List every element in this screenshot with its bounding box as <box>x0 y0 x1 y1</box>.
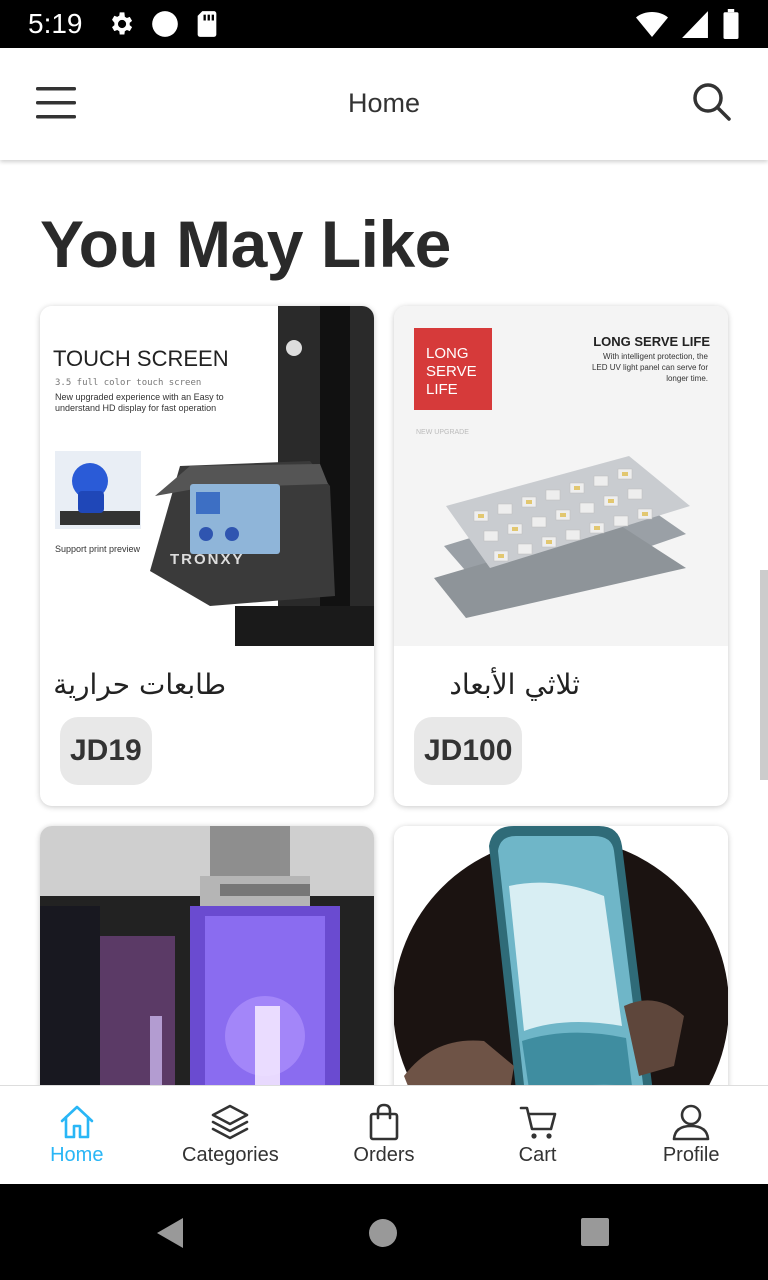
product-name: طابعات حرارية <box>53 668 226 701</box>
product-image <box>40 826 374 1085</box>
product-image <box>394 826 728 1085</box>
product-name: ثلاثي الأبعاد <box>449 668 580 701</box>
nav-label-cart: Cart <box>518 1144 557 1166</box>
image-desc-1: With intelligent protection, the <box>603 352 708 361</box>
image-headline: TOUCH SCREEN <box>53 346 229 371</box>
system-navigation-bar <box>0 1184 768 1280</box>
bottom-navigation: Home Categories Orders Cart Profile <box>0 1085 768 1184</box>
app-screen: 5:19 Home You May Like TOUCH SCREEN 3.5 … <box>0 0 768 1280</box>
search-icon <box>693 83 731 121</box>
product-card[interactable]: LONG SERVE LIFE NEW UPGRADE LONG SERVE L… <box>394 306 728 806</box>
app-bar: Home <box>0 48 768 160</box>
nav-item-categories[interactable]: Categories <box>154 1086 308 1184</box>
search-button[interactable] <box>692 82 732 122</box>
image-desc-2: LED UV light panel can serve for <box>592 363 708 372</box>
image-badge-line3: LIFE <box>426 381 458 398</box>
image-desc-1: New upgraded experience with an Easy to <box>55 392 224 402</box>
nav-label-home: Home <box>50 1144 104 1166</box>
product-image: TOUCH SCREEN 3.5 full color touch screen… <box>40 306 374 646</box>
status-time: 5:19 <box>28 8 83 39</box>
scrollbar-thumb[interactable] <box>760 570 768 780</box>
layers-icon <box>212 1104 249 1140</box>
recents-square-icon[interactable] <box>580 1217 610 1247</box>
product-image: LONG SERVE LIFE NEW UPGRADE LONG SERVE L… <box>394 306 728 646</box>
image-badge-line1: LONG <box>426 345 469 362</box>
price-badge: JD19 <box>60 717 152 785</box>
image-caption: Support print preview <box>55 544 141 554</box>
back-icon[interactable] <box>155 1216 185 1250</box>
product-card[interactable]: TOUCH SCREEN 3.5 full color touch screen… <box>40 306 374 806</box>
settings-gear-icon <box>111 12 132 35</box>
shopping-bag-icon <box>369 1103 399 1141</box>
person-icon <box>672 1104 710 1141</box>
wifi-icon <box>636 12 668 37</box>
nav-item-profile[interactable]: Profile <box>614 1086 768 1184</box>
nav-item-orders[interactable]: Orders <box>307 1086 461 1184</box>
home-content[interactable]: You May Like TOUCH SCREEN 3.5 full color… <box>0 160 768 1085</box>
circle-indicator-icon <box>151 11 178 37</box>
image-subline: 3.5 full color touch screen <box>55 378 201 388</box>
image-brand: TRONXY <box>170 551 245 568</box>
nav-label-categories: Categories <box>182 1144 279 1166</box>
battery-icon <box>723 9 739 39</box>
nav-label-orders: Orders <box>353 1144 415 1166</box>
image-desc-2: understand HD display for fast operation <box>55 403 216 413</box>
nav-label-profile: Profile <box>662 1144 720 1166</box>
page-title: Home <box>347 88 421 118</box>
cart-icon <box>519 1106 556 1139</box>
image-tag: NEW UPGRADE <box>416 429 469 436</box>
product-card[interactable] <box>394 826 728 1085</box>
home-icon <box>60 1105 94 1139</box>
signal-icon <box>682 11 708 38</box>
sd-card-icon <box>197 11 216 37</box>
product-card[interactable] <box>40 826 374 1085</box>
nav-item-home[interactable]: Home <box>0 1086 154 1184</box>
image-badge-line2: SERVE <box>426 363 477 380</box>
image-headline: LONG SERVE LIFE <box>593 334 710 349</box>
nav-item-cart[interactable]: Cart <box>461 1086 615 1184</box>
home-circle-icon[interactable] <box>368 1218 398 1248</box>
image-desc-3: longer time. <box>666 374 708 383</box>
status-bar: 5:19 <box>0 0 768 48</box>
price-badge: JD100 <box>414 717 523 785</box>
section-title: You May Like <box>40 207 451 281</box>
